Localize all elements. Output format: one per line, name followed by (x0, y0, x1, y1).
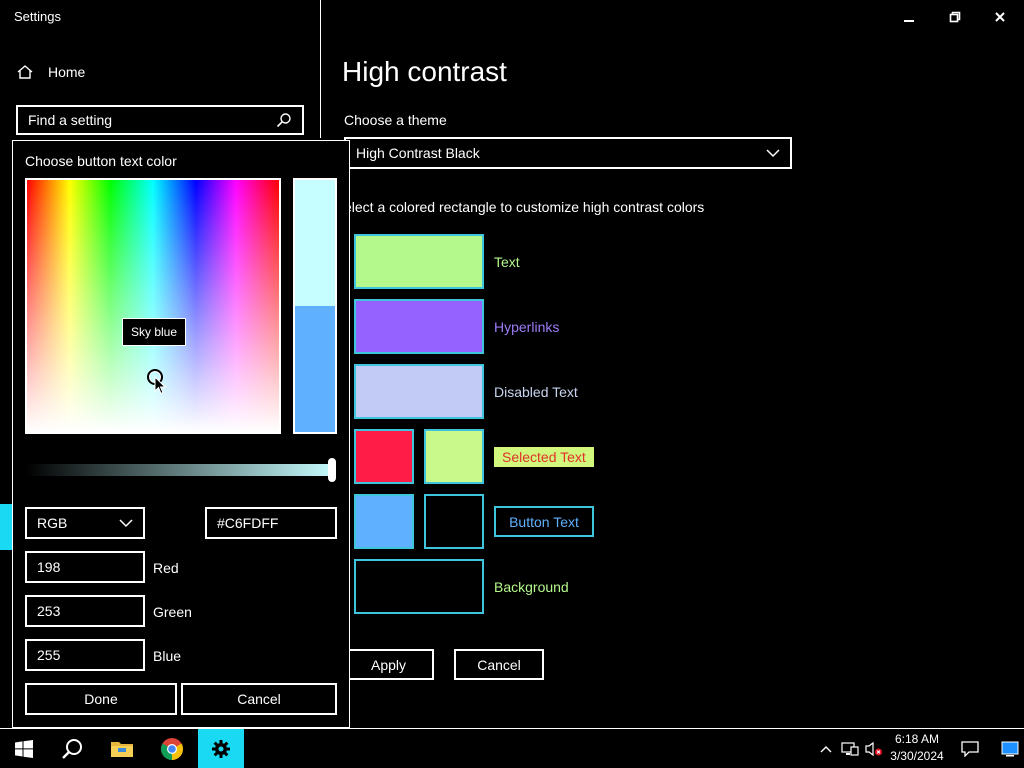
customize-description: elect a colored rectangle to customize h… (344, 199, 705, 215)
apply-button[interactable]: Apply (343, 649, 434, 680)
volume-tray-button[interactable] (862, 729, 886, 768)
close-icon (995, 12, 1005, 22)
chrome-button[interactable] (150, 729, 194, 768)
done-button[interactable]: Done (25, 683, 177, 715)
network-tray-button[interactable] (838, 729, 862, 768)
new-color-preview (295, 180, 335, 306)
hyperlinks-color-swatch[interactable] (354, 299, 484, 354)
previous-color-preview (295, 306, 335, 432)
text-color-label: Text (494, 254, 520, 270)
network-icon (841, 741, 859, 756)
home-link[interactable]: Home (16, 64, 85, 80)
theme-dropdown[interactable]: High Contrast Black (344, 137, 792, 169)
home-icon (17, 65, 33, 79)
background-color-label: Background (494, 579, 569, 595)
clock[interactable]: 6:18 AM 3/30/2024 (886, 731, 948, 765)
settings-taskbar-button[interactable] (198, 729, 244, 768)
dialog-title: Choose button text color (25, 153, 177, 169)
chevron-up-icon (820, 745, 832, 752)
button-text-background-swatch[interactable] (354, 494, 414, 549)
color-mode-dropdown[interactable]: RGB (25, 507, 145, 539)
selected-text-label: Selected Text (494, 447, 594, 467)
show-desktop-button[interactable] (996, 729, 1024, 768)
settings-icon (212, 739, 230, 758)
clock-date: 3/30/2024 (890, 749, 944, 763)
nav-divider (320, 0, 321, 138)
show-desktop-icon (1001, 741, 1019, 756)
start-button[interactable] (0, 729, 48, 768)
red-input[interactable]: 198 (25, 551, 145, 583)
search-input[interactable] (28, 112, 276, 128)
page-title: High contrast (342, 56, 507, 87)
brightness-slider-thumb[interactable] (328, 458, 336, 482)
search-box[interactable] (16, 105, 304, 135)
blue-label: Blue (153, 648, 182, 664)
taskbar-search-button[interactable] (50, 729, 94, 768)
file-explorer-icon (111, 741, 133, 757)
brightness-slider[interactable] (25, 464, 335, 476)
selected-text-foreground-swatch[interactable] (424, 429, 484, 484)
text-color-swatch[interactable] (354, 234, 484, 289)
color-name-tooltip: Sky blue (122, 318, 187, 346)
close-button[interactable] (989, 6, 1011, 28)
color-preview (293, 178, 337, 434)
selected-text-background-swatch[interactable] (354, 429, 414, 484)
theme-dropdown-value: High Contrast Black (356, 145, 480, 161)
home-label: Home (48, 64, 86, 80)
clock-time: 6:18 AM (894, 732, 940, 746)
color-mode-value: RGB (37, 515, 68, 531)
file-explorer-button[interactable] (100, 729, 144, 768)
restore-icon (949, 11, 961, 23)
background-color-swatch[interactable] (354, 559, 484, 614)
chevron-down-icon (766, 149, 780, 158)
hex-input[interactable]: #C6FDFF (205, 507, 337, 539)
button-text-label: Button Text (494, 506, 594, 537)
windows-start-icon (15, 739, 33, 758)
chrome-icon (161, 737, 183, 760)
app-title: Settings (14, 9, 61, 24)
color-spectrum[interactable] (25, 178, 281, 434)
disabled-text-color-swatch[interactable] (354, 364, 484, 419)
cancel-button[interactable]: Cancel (454, 649, 544, 680)
hyperlinks-color-label: Hyperlinks (494, 319, 560, 335)
green-input[interactable]: 253 (25, 595, 145, 627)
nav-selection-indicator (0, 504, 12, 550)
choose-theme-label: Choose a theme (344, 112, 447, 128)
chevron-down-icon (119, 519, 133, 528)
restore-button[interactable] (944, 6, 966, 28)
notification-icon (961, 740, 979, 757)
volume-muted-icon (865, 741, 882, 756)
search-icon (62, 738, 82, 759)
search-icon (276, 113, 291, 128)
action-center-button[interactable] (956, 729, 984, 768)
button-text-foreground-swatch[interactable] (424, 494, 484, 549)
blue-input[interactable]: 255 (25, 639, 145, 671)
disabled-text-color-label: Disabled Text (494, 384, 578, 400)
green-label: Green (153, 604, 192, 620)
minimize-button[interactable] (898, 6, 920, 28)
dialog-cancel-button[interactable]: Cancel (181, 683, 337, 715)
show-hidden-icons-button[interactable] (814, 729, 838, 768)
red-label: Red (153, 560, 179, 576)
mouse-cursor-icon (154, 376, 166, 395)
minimize-icon (904, 20, 914, 22)
